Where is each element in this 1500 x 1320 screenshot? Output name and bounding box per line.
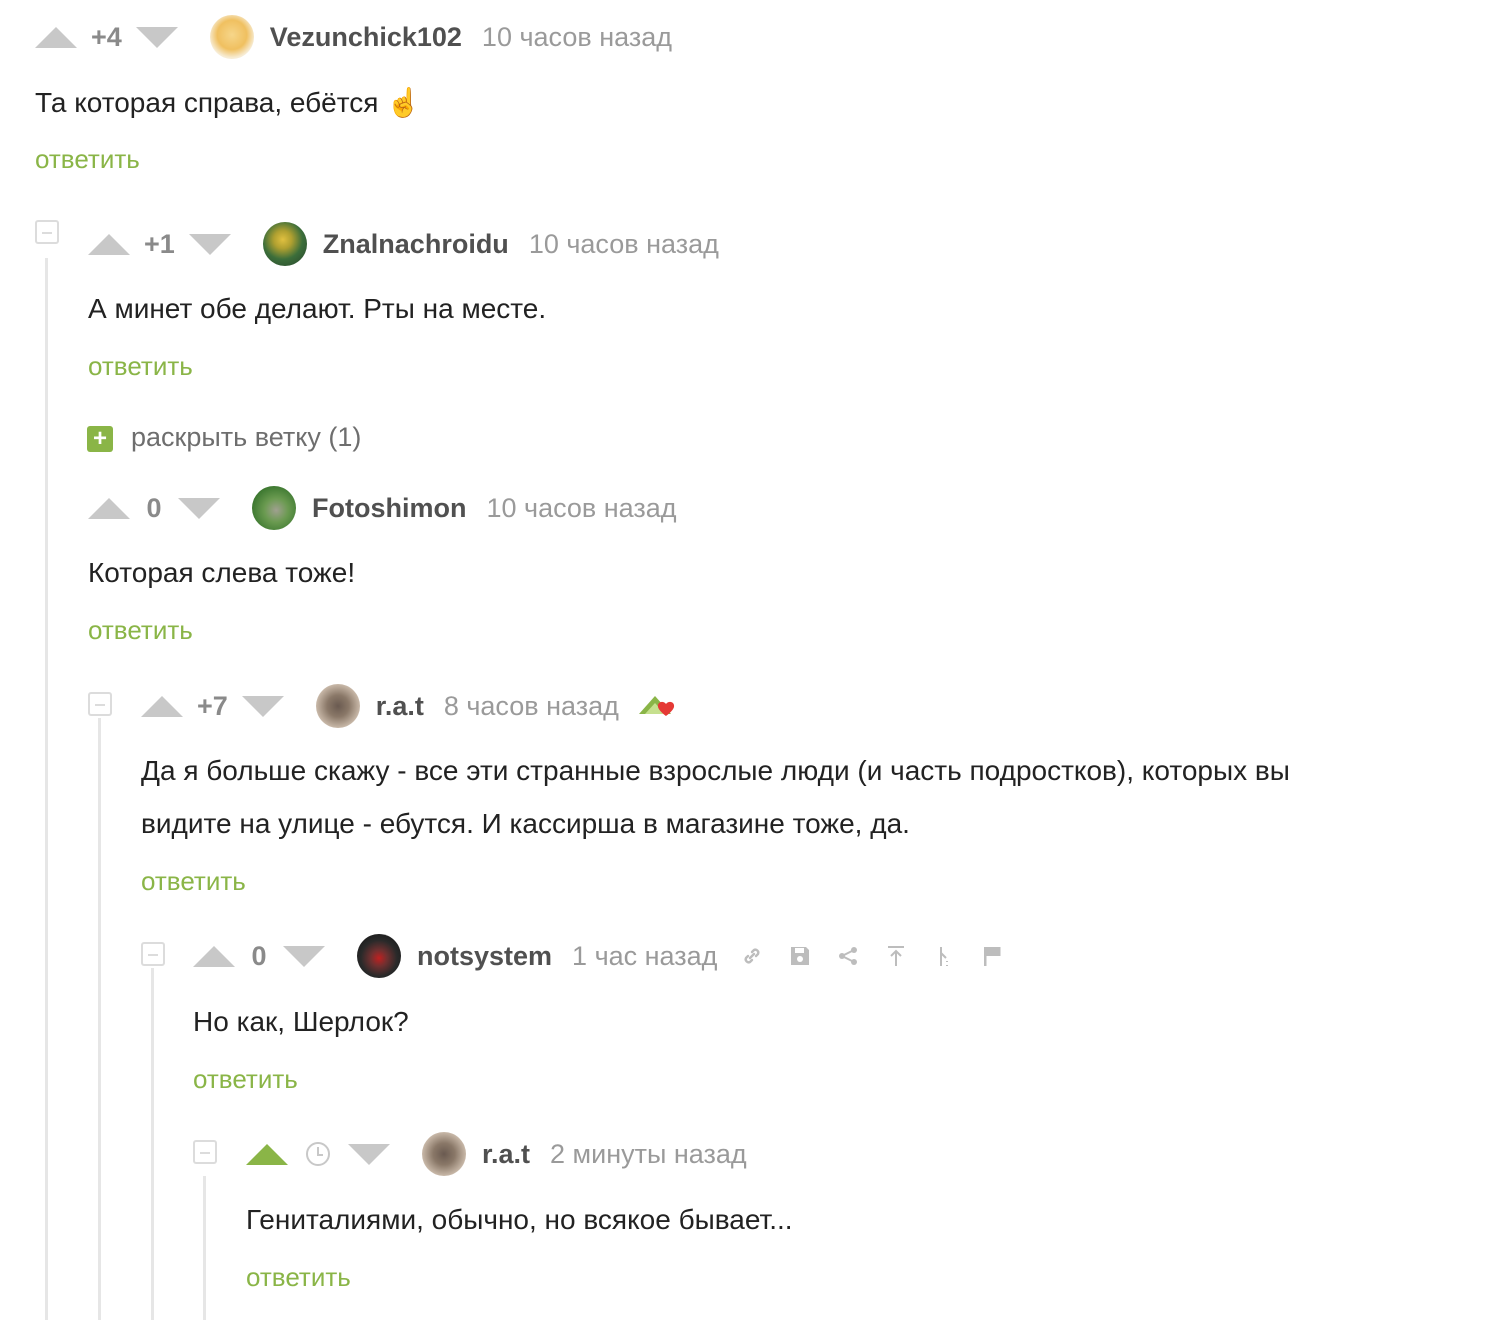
reply-button[interactable]: ответить bbox=[88, 615, 193, 646]
comment-author[interactable]: Znalnachroidu bbox=[323, 229, 509, 260]
comment-time[interactable]: 2 минуты назад bbox=[550, 1139, 747, 1170]
share-icon[interactable] bbox=[837, 945, 859, 967]
downvote-arrow-icon[interactable] bbox=[188, 233, 231, 255]
downvote-arrow-icon[interactable] bbox=[348, 1143, 390, 1165]
collapse-thread-button[interactable] bbox=[193, 1140, 217, 1164]
comment-text-line-1: Да я больше скажу - все эти странные взр… bbox=[141, 755, 1290, 786]
comment-time[interactable]: 10 часов назад bbox=[529, 229, 719, 260]
comment-rating: +4 bbox=[91, 21, 122, 52]
downvote-arrow-icon[interactable] bbox=[178, 497, 220, 519]
upvote-arrow-icon[interactable] bbox=[246, 1143, 288, 1165]
avatar[interactable] bbox=[315, 684, 360, 728]
reply-button[interactable]: ответить bbox=[193, 1064, 298, 1095]
save-icon[interactable] bbox=[789, 945, 811, 967]
downvote-arrow-icon[interactable] bbox=[241, 695, 284, 717]
comment-header: +4 Vezunchick102 10 часов назад bbox=[35, 15, 672, 59]
comment-rating: +7 bbox=[197, 690, 228, 721]
downvote-arrow-icon[interactable] bbox=[135, 26, 178, 48]
comment-header: 0 Fotoshimon 10 часов назад bbox=[88, 486, 677, 530]
avatar[interactable] bbox=[422, 1132, 466, 1176]
thread-line-level-2[interactable] bbox=[98, 718, 101, 1320]
comment-text: Та которая справа, ебётся ☝️ bbox=[35, 87, 422, 118]
expand-thread-label[interactable]: раскрыть ветку (1) bbox=[131, 422, 361, 453]
comment-text: Гениталиями, обычно, но всякое бывает... bbox=[246, 1204, 793, 1235]
link-icon[interactable] bbox=[741, 945, 763, 967]
avatar[interactable] bbox=[262, 222, 307, 266]
comment-rating: +1 bbox=[144, 228, 175, 259]
comment-text: Но как, Шерлок? bbox=[193, 1006, 409, 1037]
comment-time[interactable]: 10 часов назад bbox=[486, 493, 676, 524]
comment-rating: 0 bbox=[146, 492, 162, 523]
expand-plus-icon[interactable]: + bbox=[87, 426, 113, 452]
comment-author[interactable]: Vezunchick102 bbox=[270, 22, 462, 53]
collapse-thread-button[interactable] bbox=[35, 220, 59, 244]
comment-author[interactable]: notsystem bbox=[417, 941, 552, 972]
reply-button[interactable]: ответить bbox=[88, 351, 193, 382]
comment-text: Которая слева тоже! bbox=[88, 557, 356, 588]
comment-author[interactable]: Fotoshimon bbox=[312, 493, 466, 524]
thread-line-level-4[interactable] bbox=[203, 1176, 206, 1320]
avatar[interactable] bbox=[209, 15, 254, 59]
comment-author[interactable]: r.a.t bbox=[376, 691, 424, 722]
collapse-thread-button[interactable] bbox=[88, 692, 112, 716]
comment-author[interactable]: r.a.t bbox=[482, 1139, 530, 1170]
thread-line-level-1[interactable] bbox=[45, 258, 48, 1320]
comment-time[interactable]: 8 часов назад bbox=[444, 691, 619, 722]
upvote-arrow-icon[interactable] bbox=[193, 945, 235, 967]
reply-button[interactable]: ответить bbox=[246, 1262, 351, 1293]
comment-header: +1 Znalnachroidu 10 часов назад bbox=[88, 222, 719, 266]
upvote-arrow-icon[interactable] bbox=[35, 26, 77, 48]
comment-header: 0 notsystem 1 час назад bbox=[193, 934, 1003, 978]
comment-time[interactable]: 1 час назад bbox=[572, 941, 717, 972]
comment-time[interactable]: 10 часов назад bbox=[482, 22, 672, 53]
comment-header: r.a.t 2 минуты назад bbox=[246, 1132, 747, 1176]
collapse-thread-button[interactable] bbox=[141, 942, 165, 966]
thread-line-level-3[interactable] bbox=[151, 968, 154, 1320]
heart-badge-icon bbox=[637, 690, 681, 722]
hide-icon[interactable] bbox=[933, 945, 955, 967]
comment-rating: 0 bbox=[251, 940, 267, 971]
comment-text-line-2: видите на улице - ебутся. И кассирша в м… bbox=[141, 808, 910, 839]
upvote-arrow-icon[interactable] bbox=[88, 233, 130, 255]
reply-button[interactable]: ответить bbox=[141, 866, 246, 897]
avatar[interactable] bbox=[357, 934, 401, 978]
clock-icon bbox=[306, 1142, 330, 1166]
upvote-arrow-icon[interactable] bbox=[141, 695, 183, 717]
upvote-arrow-icon[interactable] bbox=[88, 497, 130, 519]
report-flag-icon[interactable] bbox=[981, 945, 1003, 967]
comment-header: +7 r.a.t 8 часов назад bbox=[141, 684, 681, 728]
reply-button[interactable]: ответить bbox=[35, 144, 140, 175]
avatar[interactable] bbox=[252, 486, 296, 530]
scroll-to-top-icon[interactable] bbox=[885, 945, 907, 967]
comment-text: А минет обе делают. Рты на месте. bbox=[88, 293, 547, 324]
downvote-arrow-icon[interactable] bbox=[283, 945, 325, 967]
